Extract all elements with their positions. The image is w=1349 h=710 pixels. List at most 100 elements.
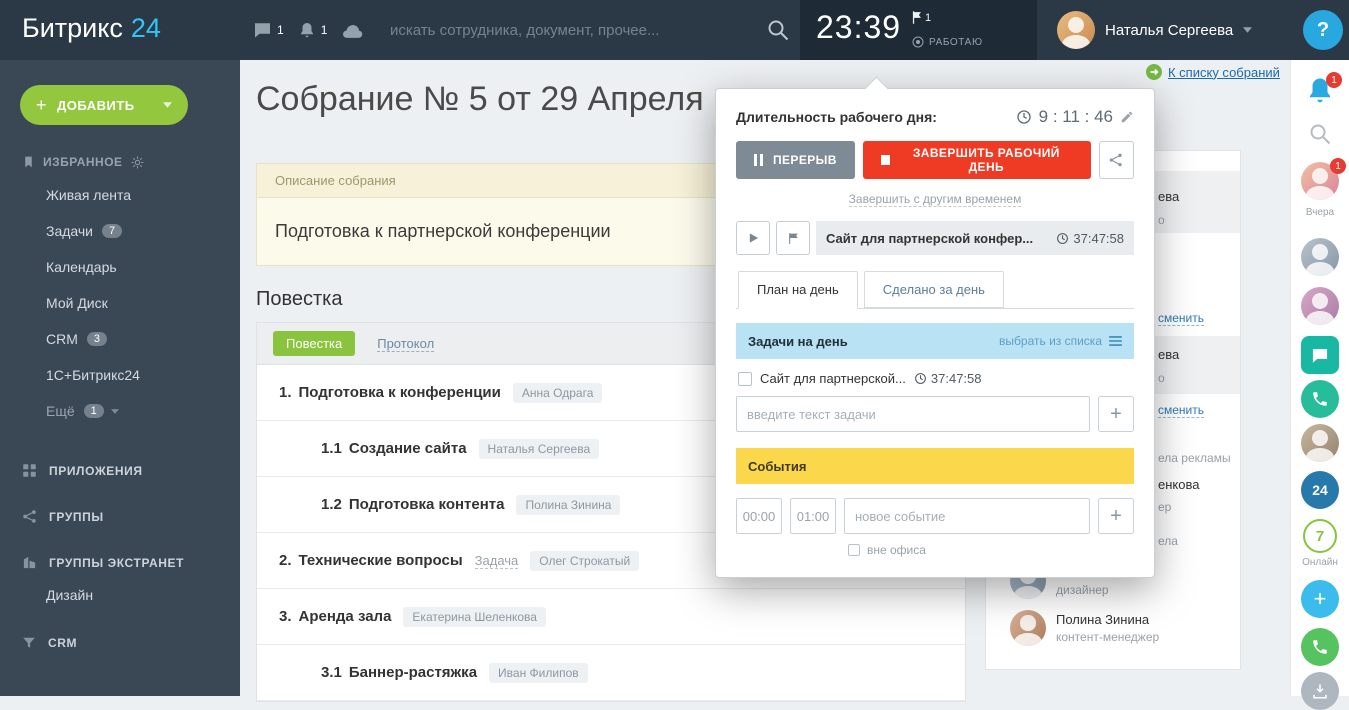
user-menu[interactable]: Наталья Сергеева xyxy=(1057,0,1252,60)
help-button[interactable]: ? xyxy=(1303,10,1343,50)
user-avatar[interactable] xyxy=(1057,11,1095,49)
choose-from-list-link[interactable]: выбрать из списка xyxy=(999,334,1122,348)
sidebar-item-my-disk[interactable]: Мой Диск xyxy=(0,285,240,321)
online-counter[interactable]: 7 xyxy=(1303,519,1337,553)
agenda-item-person[interactable]: Полина Зинина xyxy=(516,495,620,515)
meetings-list-link[interactable]: К списку собраний xyxy=(1146,64,1280,80)
tab-day-done[interactable]: Сделано за день xyxy=(864,271,1004,308)
global-search xyxy=(390,0,790,60)
sidebar-item-groups[interactable]: ГРУППЫ xyxy=(0,509,240,524)
sidebar-item-more[interactable]: Ещё1 xyxy=(0,393,240,429)
call-icon[interactable] xyxy=(1301,628,1339,666)
recent-chat-avatar[interactable] xyxy=(1301,424,1339,465)
sidebar-item-extranet-groups[interactable]: ГРУППЫ ЭКСТРАНЕТ xyxy=(0,555,240,570)
break-button[interactable]: ПЕРЕРЫВ xyxy=(736,141,855,179)
flag-counter[interactable]: 1 xyxy=(912,11,931,24)
agenda-item-title: Аренда зала xyxy=(299,608,392,625)
work-status[interactable]: РАБОТАЮ xyxy=(912,36,983,48)
participant-name-fragment: енкова xyxy=(1158,477,1199,492)
tasks-badge: 7 xyxy=(102,224,122,238)
clock-icon xyxy=(1016,109,1032,125)
participant-role-fragment: о xyxy=(1158,213,1165,227)
participant-row[interactable]: Полина Зинина контент-менеджер xyxy=(1010,610,1159,646)
task-item-label[interactable]: Сайт для партнерской... xyxy=(760,371,906,386)
events-banner-title: События xyxy=(748,459,806,474)
messenger-app-icon[interactable] xyxy=(1301,336,1339,374)
share-button[interactable] xyxy=(1099,141,1134,179)
bitrix24-network-icon[interactable]: 24 xyxy=(1301,471,1339,509)
sidebar-item-1c-bitrix24[interactable]: 1С+Битрикс24 xyxy=(0,357,240,393)
recent-chat-avatar[interactable]: 1 xyxy=(1301,162,1339,203)
gear-icon[interactable] xyxy=(131,156,144,169)
user-name[interactable]: Наталья Сергеева xyxy=(1105,22,1233,39)
telephony-icon[interactable] xyxy=(1301,380,1339,418)
agenda-item-person[interactable]: Екатерина Шеленкова xyxy=(403,607,546,627)
plus-icon: + xyxy=(36,95,47,116)
agenda-item-person[interactable]: Олег Строкатый xyxy=(530,551,639,571)
current-task-bar[interactable]: Сайт для партнерской конфер... 37:47:58 xyxy=(816,221,1134,255)
download-icon[interactable] xyxy=(1301,672,1339,710)
agenda-item-person[interactable]: Иван Филипов xyxy=(489,663,588,683)
participant-role-fragment: ер xyxy=(1158,500,1171,514)
sidebar: + ДОБАВИТЬ ИЗБРАННОЕ Живая лента Задачи7… xyxy=(0,60,240,696)
agenda-item-person[interactable]: Наталья Сергеева xyxy=(479,439,600,459)
add-task-button[interactable]: + xyxy=(1098,396,1134,432)
chevron-down-icon xyxy=(111,409,119,414)
tab-agenda[interactable]: Повестка xyxy=(273,331,355,356)
sidebar-item-crm-section[interactable]: CRM xyxy=(0,636,240,650)
sidebar-item-label: Календарь xyxy=(46,259,117,275)
agenda-item[interactable]: 3. Аренда зала Екатерина Шеленкова xyxy=(257,589,965,645)
agenda-item-number: 1.2 xyxy=(321,496,342,513)
event-time-to-input[interactable] xyxy=(790,498,836,534)
search-icon[interactable] xyxy=(766,18,790,42)
cloud-icon[interactable] xyxy=(341,23,363,38)
sidebar-item-design[interactable]: Дизайн xyxy=(0,580,240,610)
recent-chat-avatar[interactable] xyxy=(1301,287,1339,328)
change-link[interactable]: сменить xyxy=(1158,311,1204,326)
bell-icon[interactable] xyxy=(298,21,316,40)
event-time-from-input[interactable] xyxy=(736,498,782,534)
sidebar-item-crm[interactable]: CRM3 xyxy=(0,321,240,357)
task-checkbox[interactable] xyxy=(738,372,752,386)
clock-time[interactable]: 23:39 xyxy=(816,9,901,46)
pause-icon xyxy=(754,154,763,166)
add-event-button[interactable]: + xyxy=(1098,498,1134,534)
invite-plus-icon[interactable]: + xyxy=(1301,580,1339,618)
new-event-input[interactable] xyxy=(844,498,1090,534)
out-of-office-checkbox[interactable] xyxy=(848,544,860,556)
pencil-icon[interactable] xyxy=(1120,110,1134,124)
app-logo[interactable]: Битрикс24 xyxy=(22,13,161,44)
finish-other-time-link[interactable]: Завершить с другим временем xyxy=(849,192,1022,207)
add-button[interactable]: + ДОБАВИТЬ xyxy=(20,85,188,125)
task-link[interactable]: Задача xyxy=(475,553,519,569)
sidebar-item-calendar[interactable]: Календарь xyxy=(0,249,240,285)
sidebar-item-tasks[interactable]: Задачи7 xyxy=(0,213,240,249)
participant-name[interactable]: Полина Зинина xyxy=(1056,612,1159,627)
worktime-widget[interactable]: 23:39 1 РАБОТАЮ xyxy=(800,0,1037,60)
finish-day-button[interactable]: ЗАВЕРШИТЬ РАБОЧИЙ ДЕНЬ xyxy=(863,141,1091,179)
notifications-bell-icon[interactable]: 1 xyxy=(1305,76,1335,106)
hamburger-icon xyxy=(1109,336,1122,346)
share-nodes-icon xyxy=(22,509,37,524)
play-icon[interactable] xyxy=(736,221,770,255)
agenda-item-person[interactable]: Анна Одрага xyxy=(513,383,602,403)
out-of-office-row: вне офиса xyxy=(848,543,1134,557)
sidebar-item-live-feed[interactable]: Живая лента xyxy=(0,177,240,213)
online-label: Онлайн xyxy=(1302,557,1338,568)
favorites-header-row: ИЗБРАННОЕ xyxy=(22,155,240,169)
search-input[interactable] xyxy=(390,22,758,39)
tab-day-plan[interactable]: План на день xyxy=(738,271,858,309)
change-link[interactable]: сменить xyxy=(1158,403,1204,418)
tab-protocol[interactable]: Протокол xyxy=(377,336,434,352)
agenda-item-number: 1. xyxy=(279,384,292,401)
notifications-count[interactable]: 1 xyxy=(321,23,328,37)
sidebar-item-apps[interactable]: ПРИЛОЖЕНИЯ xyxy=(0,463,240,478)
chat-icon[interactable] xyxy=(253,21,272,39)
recent-chat-avatar[interactable] xyxy=(1301,238,1339,279)
new-task-input[interactable] xyxy=(736,396,1090,432)
chat-count[interactable]: 1 xyxy=(277,23,284,37)
task-item-time: 37:47:58 xyxy=(931,371,982,386)
finish-flag-icon[interactable] xyxy=(776,221,810,255)
search-icon[interactable] xyxy=(1308,122,1332,146)
agenda-item[interactable]: 3.1 Баннер-растяжка Иван Филипов xyxy=(257,645,965,701)
